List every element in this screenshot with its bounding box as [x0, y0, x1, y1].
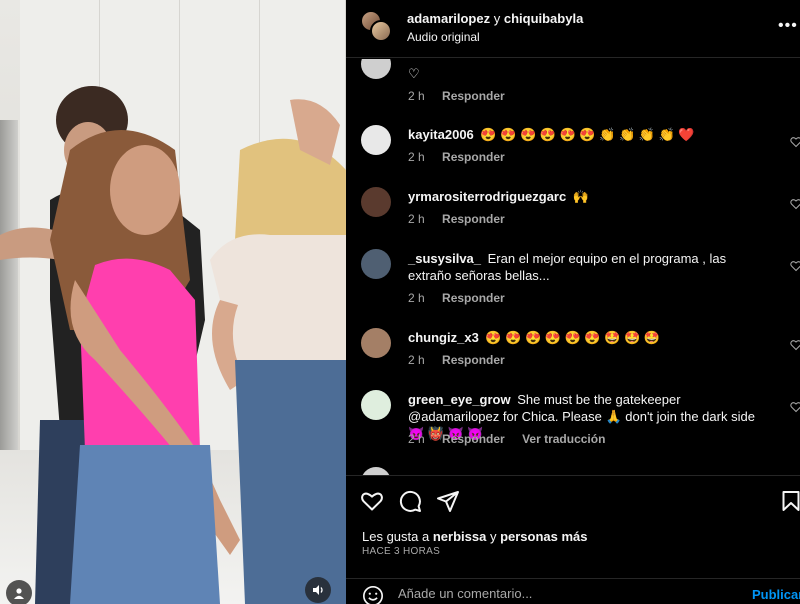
comment-username[interactable]: green_eye_grow [408, 392, 511, 407]
comment-meta: 2 h Responder [408, 89, 519, 103]
comment-text: chungiz_x3 😍 😍 😍 😍 😍 😍 🤩 🤩 🤩 [408, 330, 660, 345]
comment-text: yrmarositerrodriguezgarc 🙌 [408, 189, 590, 204]
comment-text: ♡ [408, 66, 420, 81]
tagged-users-button[interactable] [6, 580, 32, 604]
post-header: adamarilopez y chiquibabyla Audio origin… [346, 0, 800, 58]
reply-button[interactable]: Responder [442, 89, 505, 103]
author-link[interactable]: chiquibabyla [504, 11, 583, 26]
audio-link[interactable]: Audio original [407, 30, 480, 44]
send-icon[interactable] [436, 489, 460, 513]
comment-input[interactable] [398, 583, 698, 603]
liker-link[interactable]: nerbissa [433, 529, 486, 544]
collab-avatars[interactable] [360, 10, 394, 44]
comment-meta: 2 h Responder [408, 212, 519, 226]
more-options-button[interactable]: ••• [778, 17, 798, 35]
likes-count-link[interactable]: personas más [500, 529, 587, 544]
post-time[interactable]: HACE 3 HORAS [362, 546, 440, 557]
comment-meta: 2 h Responder [408, 291, 519, 305]
comment-time: 2 h [408, 353, 425, 367]
avatar[interactable] [361, 467, 391, 475]
comment-time: 2 h [408, 89, 425, 103]
people-illustration [0, 86, 346, 604]
comment-text: _susysilva_ Eran el mejor equipo en el p… [408, 251, 727, 283]
reply-button[interactable]: Responder [442, 291, 505, 305]
avatar[interactable] [361, 187, 391, 217]
comment-username[interactable]: kayita2006 [408, 127, 474, 142]
avatar [370, 20, 392, 42]
avatar[interactable] [361, 125, 391, 155]
comment-meta: 2 h Responder [408, 353, 519, 367]
speaker-icon [313, 585, 323, 595]
author-link[interactable]: adamarilopez [407, 11, 490, 26]
reply-button[interactable]: Responder [442, 432, 505, 446]
comment-username[interactable]: chungiz_x3 [408, 330, 479, 345]
author-separator: y [493, 11, 501, 26]
user-icon [14, 588, 24, 599]
bookmark-icon[interactable] [779, 489, 800, 513]
comment-meta: 2 h Responder Ver traducción [408, 432, 619, 446]
comments-list[interactable]: ♡ 2 h Responder kayita2006 😍 😍 😍 😍 😍 😍 👏… [346, 59, 800, 475]
smile-icon[interactable] [362, 585, 384, 604]
heart-icon[interactable] [790, 198, 800, 210]
audio-toggle-button[interactable] [305, 577, 331, 603]
comment-time: 2 h [408, 432, 425, 446]
comment-time: 2 h [408, 212, 425, 226]
author-names: adamarilopez y chiquibabyla [407, 11, 583, 26]
avatar[interactable] [361, 59, 391, 79]
more-horizontal-icon: ••• [778, 17, 798, 34]
reply-button[interactable]: Responder [442, 353, 505, 367]
translate-button[interactable]: Ver traducción [522, 432, 605, 446]
heart-icon[interactable] [790, 136, 800, 148]
post-side-panel: adamarilopez y chiquibabyla Audio origin… [346, 0, 800, 604]
comment-meta: 2 h Responder [408, 150, 519, 164]
publish-button[interactable]: Publicar [752, 587, 800, 602]
comment-username[interactable]: _susysilva_ [408, 251, 481, 266]
heart-icon[interactable] [790, 339, 800, 351]
post-actions: Les gusta a nerbissa y personas más HACE… [346, 475, 800, 604]
post-video[interactable] [0, 0, 346, 604]
heart-icon[interactable] [790, 260, 800, 272]
reply-button[interactable]: Responder [442, 150, 505, 164]
avatar[interactable] [361, 390, 391, 420]
comment-time: 2 h [408, 291, 425, 305]
heart-icon[interactable] [790, 401, 800, 413]
comment-text: kayita2006 😍 😍 😍 😍 😍 😍 👏 👏 👏 👏 ❤️ [408, 127, 695, 142]
reply-button[interactable]: Responder [442, 212, 505, 226]
comment-username[interactable]: yrmarositerrodriguezgarc [408, 189, 566, 204]
likes-summary: Les gusta a nerbissa y personas más [362, 529, 588, 544]
comment-icon[interactable] [398, 489, 422, 513]
comment-form: Publicar [346, 578, 800, 604]
comment-time: 2 h [408, 150, 425, 164]
avatar[interactable] [361, 328, 391, 358]
heart-icon[interactable] [360, 489, 384, 513]
avatar[interactable] [361, 249, 391, 279]
